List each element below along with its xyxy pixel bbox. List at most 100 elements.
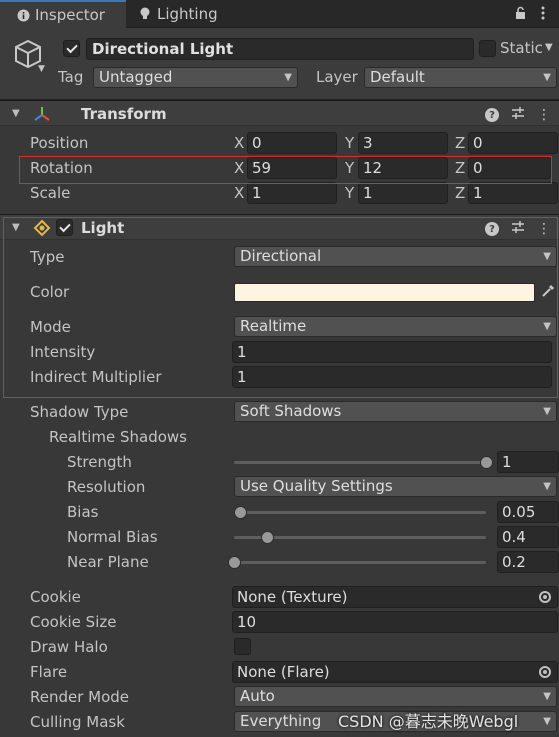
transform-header[interactable]: ▼ Transform ? ⋮ [0,100,559,126]
tab-lighting[interactable]: Lighting [126,0,246,28]
indirect-multiplier-row: Indirect Multiplier 1 [0,365,559,389]
culling-mask-label: Culling Mask [30,713,125,731]
chevron-down-icon: ▼ [284,72,292,83]
near-plane-slider-thumb[interactable] [228,556,241,569]
component-menu-icon[interactable]: ⋮ [537,108,551,122]
foldout-arrow-icon[interactable]: ▼ [12,222,20,233]
position-row: Position X 0 Y 3 Z 0 [0,131,559,155]
tag-value: Untagged [99,68,173,86]
cookie-size-field[interactable]: 10 [232,611,558,633]
icon-dropdown-arrow-icon[interactable]: ▼ [38,64,45,74]
axis-y-label[interactable]: Y [345,184,354,202]
layer-value: Default [370,68,425,86]
rotation-y-field[interactable]: 12 [358,157,448,179]
mode-row: Mode Realtime ▼ [0,315,559,339]
axis-y-label[interactable]: Y [345,134,354,152]
scale-row: Scale X 1 Y 1 Z 1 [0,181,559,205]
axis-y-label[interactable]: Y [345,159,354,177]
scale-label: Scale [30,184,71,202]
strength-field[interactable]: 1 [497,451,559,473]
preset-sliders-icon[interactable] [511,220,525,238]
scale-y-field[interactable]: 1 [358,182,448,204]
tag-dropdown[interactable]: Untagged ▼ [93,67,298,88]
scale-z-field[interactable]: 1 [468,182,558,204]
axis-x-label[interactable]: X [234,159,244,177]
cookie-value: None (Texture) [237,588,348,606]
flare-object-field[interactable]: None (Flare) [232,661,558,683]
position-x-field[interactable]: 0 [247,132,337,154]
active-toggle[interactable] [63,40,80,57]
resolution-row: Resolution Use Quality Settings ▼ [0,475,559,499]
lock-icon[interactable] [515,6,527,20]
strength-slider-track[interactable] [234,461,486,464]
foldout-arrow-icon[interactable]: ▼ [12,108,20,119]
near-plane-field[interactable]: 0.2 [497,551,559,573]
info-icon [16,8,30,22]
scale-x-field[interactable]: 1 [247,182,337,204]
shadow-type-label: Shadow Type [30,403,129,421]
tab-lighting-label: Lighting [157,5,218,23]
chevron-down-icon: ▼ [543,406,551,417]
near-plane-slider-track[interactable] [234,561,486,564]
axis-z-label[interactable]: Z [455,134,465,152]
draw-halo-row: Draw Halo [0,635,559,659]
component-menu-icon[interactable]: ⋮ [537,222,551,236]
flare-value: None (Flare) [237,663,330,681]
shadow-type-dropdown[interactable]: Soft Shadows ▼ [234,401,557,422]
axis-x-label[interactable]: X [234,184,244,202]
normal-bias-label: Normal Bias [67,528,158,546]
realtime-shadows-heading: Realtime Shadows [49,428,187,446]
normal-bias-field[interactable]: 0.4 [497,526,559,548]
position-z-field[interactable]: 0 [468,132,558,154]
resolution-label: Resolution [67,478,146,496]
rotation-x-field[interactable]: 59 [247,157,337,179]
render-mode-row: Render Mode Auto ▼ [0,685,559,709]
static-dropdown-arrow-icon[interactable]: ▼ [545,42,553,53]
object-name-field[interactable]: Directional Light [86,38,474,60]
strength-row: Strength 1 [0,450,559,474]
chevron-down-icon: ▼ [543,691,551,702]
mode-value: Realtime [240,317,307,335]
cookie-object-field[interactable]: None (Texture) [232,586,558,608]
near-plane-row: Near Plane 0.2 [0,550,559,574]
strength-slider-thumb[interactable] [480,456,493,469]
tag-label: Tag [58,68,84,86]
object-picker-icon[interactable] [539,591,551,603]
object-picker-icon[interactable] [539,666,551,678]
type-dropdown[interactable]: Directional ▼ [234,246,557,267]
color-swatch[interactable] [234,283,535,302]
help-icon[interactable]: ? [485,222,499,236]
draw-halo-label: Draw Halo [30,638,108,656]
light-header[interactable]: ▼ Light ? ⋮ [0,214,559,240]
render-mode-dropdown[interactable]: Auto ▼ [234,686,557,707]
position-y-field[interactable]: 3 [358,132,448,154]
eyedropper-icon[interactable] [541,284,555,302]
resolution-dropdown[interactable]: Use Quality Settings ▼ [234,476,557,497]
type-label: Type [30,248,65,266]
axis-z-label[interactable]: Z [455,184,465,202]
help-icon[interactable]: ? [485,108,499,122]
axis-x-label[interactable]: X [234,134,244,152]
cookie-label: Cookie [30,588,81,606]
light-enabled-toggle[interactable] [56,219,73,236]
tab-inspector[interactable]: Inspector [0,0,126,28]
rotation-z-field[interactable]: 0 [468,157,551,179]
layer-dropdown[interactable]: Default ▼ [364,67,557,88]
static-toggle[interactable] [479,40,496,57]
axis-z-label[interactable]: Z [455,159,465,177]
rotation-label: Rotation [30,159,93,177]
tab-menu-icon[interactable] [541,6,553,20]
preset-sliders-icon[interactable] [511,106,525,124]
indirect-multiplier-field[interactable]: 1 [232,366,552,388]
color-label: Color [30,283,70,301]
draw-halo-checkbox[interactable] [234,638,251,655]
mode-dropdown[interactable]: Realtime ▼ [234,316,557,337]
bias-field[interactable]: 0.05 [497,501,559,523]
intensity-field[interactable]: 1 [232,341,552,363]
chevron-down-icon: ▼ [543,251,551,262]
normal-bias-slider-thumb[interactable] [260,531,274,544]
bias-slider-thumb[interactable] [234,506,248,519]
culling-mask-value: Everything [240,712,322,730]
tab-bar-tools [515,6,553,20]
bias-slider-track[interactable] [234,511,486,514]
